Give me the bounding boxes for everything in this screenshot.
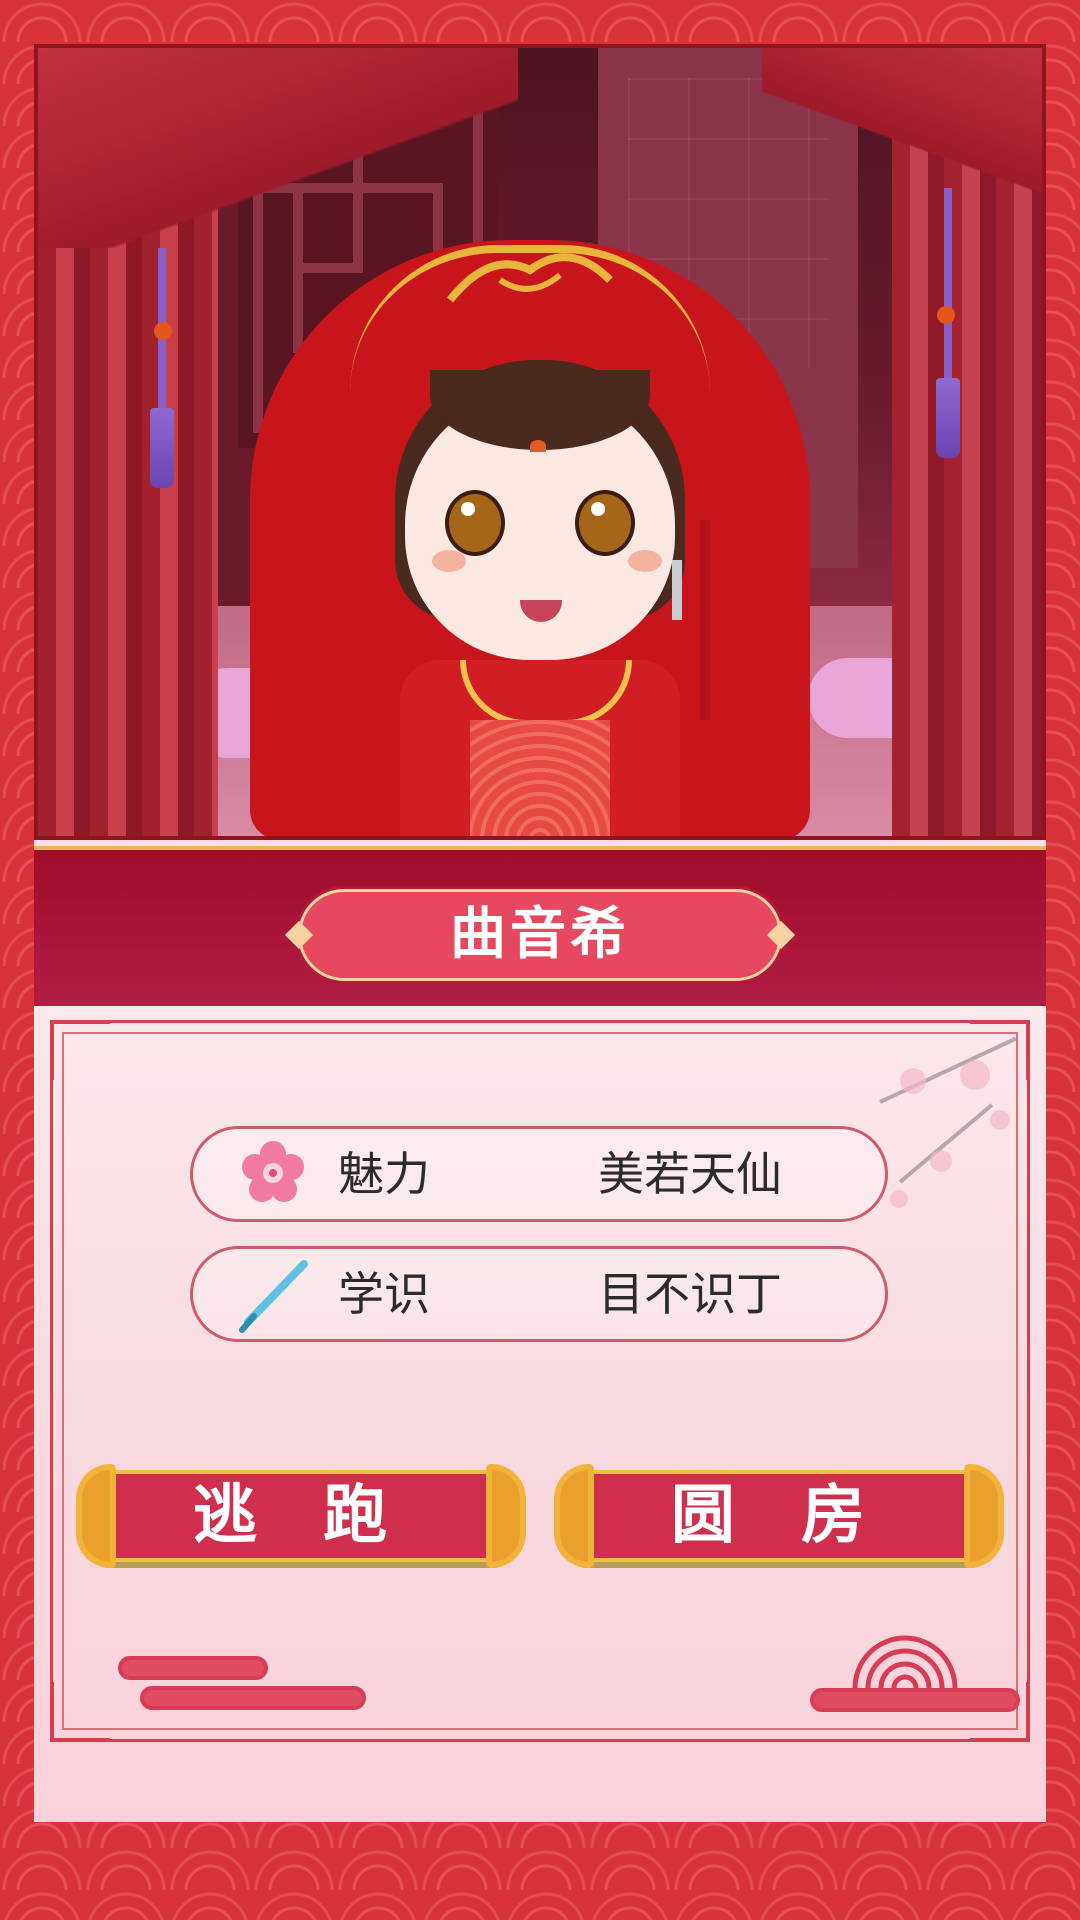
stat-label-knowledge: 学识 [338,1267,430,1321]
right-eye [575,490,635,556]
left-eye [445,490,505,556]
escape-button[interactable]: 逃 跑 [76,1464,526,1568]
bride-character [38,48,1042,836]
escape-button-label: 逃 跑 [192,1479,410,1553]
character-name: 曲音希 [450,902,630,967]
plum-blossom-icon [242,1141,304,1202]
stat-label-charm: 魅力 [338,1147,430,1201]
phoenix-embroidery [446,253,613,303]
consummate-button-label: 圆 房 [670,1479,888,1553]
brush-icon [239,1260,308,1333]
stat-value-charm: 美若天仙 [598,1147,782,1201]
corner-ornament [50,1682,110,1742]
scene-overlay [38,48,1042,836]
corner-ornament [50,1020,110,1080]
cloud-ornament-left [118,1656,268,1680]
consummate-button[interactable]: 圆 房 [554,1464,1004,1568]
stat-value-knowledge: 目不识丁 [598,1267,782,1321]
cloud-ornament-right [852,1635,958,1688]
